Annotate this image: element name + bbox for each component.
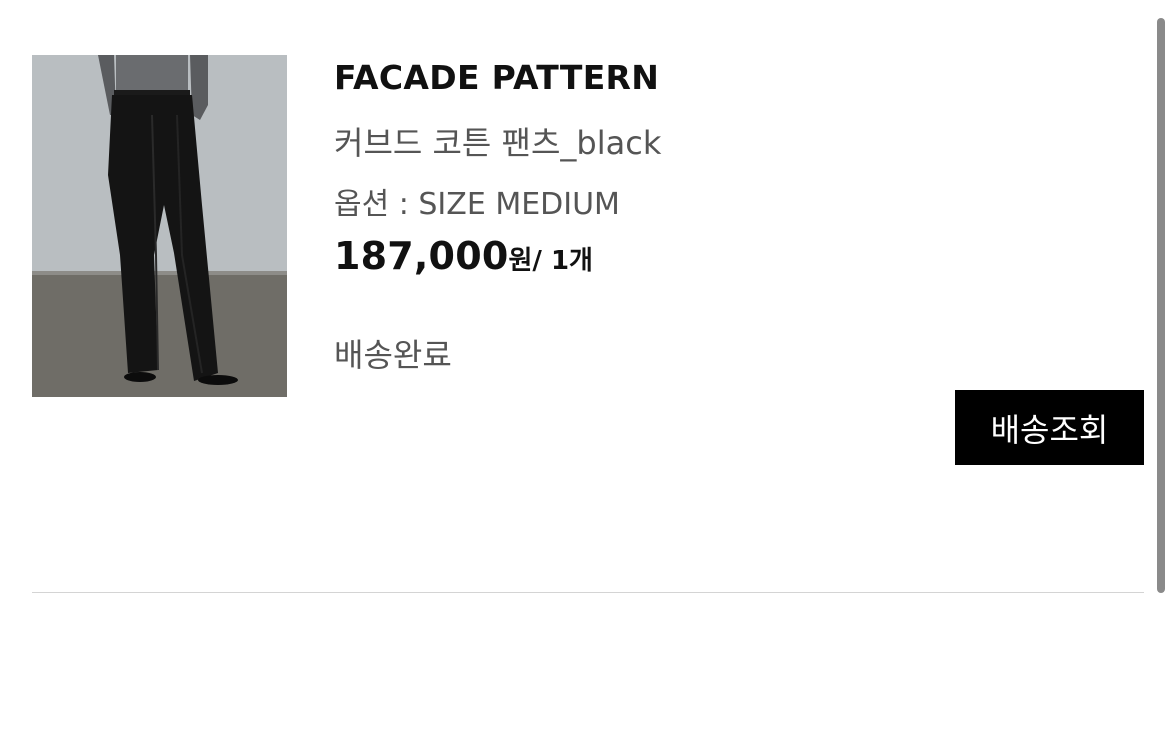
product-photo-black-pants (32, 55, 287, 397)
price-unit: 원/ 1개 (508, 246, 593, 276)
product-option: 옵션 : SIZE MEDIUM (334, 187, 620, 222)
product-name[interactable]: 커브드 코튼 팬츠_black (334, 118, 661, 164)
price-value: 187,000 (334, 234, 509, 278)
delivery-status: 배송완료 (334, 336, 452, 374)
product-thumbnail[interactable] (32, 55, 287, 397)
price-line: 187,000원/ 1개 (334, 234, 593, 278)
brand-name[interactable]: FACADE PATTERN (334, 58, 659, 97)
track-delivery-button[interactable]: 배송조회 (955, 390, 1144, 465)
divider (32, 592, 1144, 593)
scrollbar-thumb[interactable] (1157, 18, 1165, 593)
